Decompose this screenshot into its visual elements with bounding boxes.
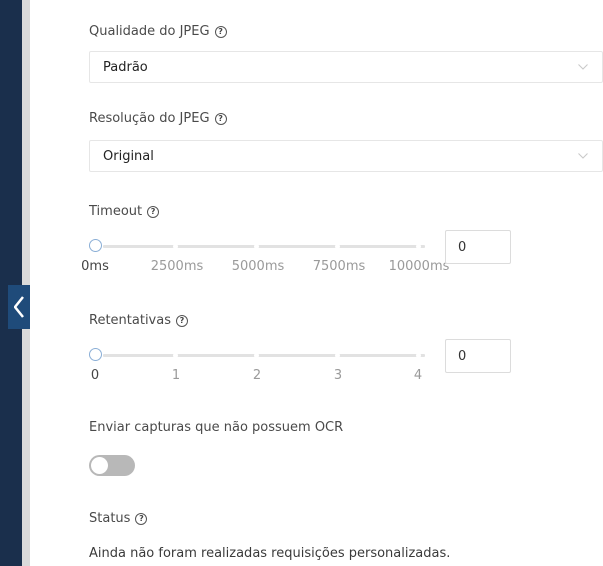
toggle-knob bbox=[91, 457, 108, 474]
status-label-text: Status bbox=[89, 511, 131, 526]
retries-tick: 3 bbox=[333, 368, 343, 383]
retries-slider-handle[interactable] bbox=[89, 348, 102, 361]
retries-slider[interactable] bbox=[89, 348, 425, 362]
help-circle-icon[interactable]: ? bbox=[214, 25, 227, 38]
timeout-tick: 5000ms bbox=[231, 259, 285, 274]
timeout-label: Timeout ? bbox=[89, 204, 160, 219]
retries-tick: 2 bbox=[252, 368, 262, 383]
slider-step-mark bbox=[173, 244, 178, 249]
help-circle-icon[interactable]: ? bbox=[176, 314, 188, 327]
jpeg-quality-label-text: Qualidade do JPEG bbox=[89, 24, 210, 39]
main-sidebar bbox=[0, 0, 22, 566]
timeout-tick: 7500ms bbox=[312, 259, 366, 274]
slider-step-mark bbox=[416, 244, 421, 249]
jpeg-quality-label: Qualidade do JPEG ? bbox=[89, 24, 227, 39]
slider-step-mark bbox=[254, 244, 259, 249]
status-message: Ainda não foram realizadas requisições p… bbox=[89, 546, 451, 561]
retries-label-text: Retentativas bbox=[89, 313, 171, 328]
slider-step-mark bbox=[335, 244, 340, 249]
jpeg-quality-selected-value: Padrão bbox=[103, 59, 148, 75]
timeout-slider[interactable] bbox=[89, 239, 425, 253]
slider-step-mark bbox=[173, 353, 178, 358]
collapse-panel-button[interactable] bbox=[8, 285, 30, 329]
help-circle-icon[interactable]: ? bbox=[135, 512, 148, 525]
chevron-down-icon bbox=[578, 153, 588, 159]
sidebar-divider bbox=[22, 0, 30, 566]
status-label: Status ? bbox=[89, 511, 148, 526]
jpeg-resolution-select[interactable]: Original bbox=[89, 140, 603, 172]
slider-step-mark bbox=[335, 353, 340, 358]
help-circle-icon[interactable]: ? bbox=[214, 112, 227, 125]
send-without-ocr-label: Enviar capturas que não possuem OCR bbox=[89, 420, 343, 435]
retries-tick: 1 bbox=[171, 368, 181, 383]
settings-panel: Qualidade do JPEG ? Padrão Resolução do … bbox=[30, 0, 603, 566]
retries-tick: 0 bbox=[90, 368, 100, 383]
send-without-ocr-toggle[interactable] bbox=[89, 455, 135, 476]
timeout-number-input[interactable] bbox=[445, 230, 511, 264]
timeout-label-text: Timeout bbox=[89, 204, 143, 219]
chevron-down-icon bbox=[578, 64, 588, 70]
retries-label: Retentativas ? bbox=[89, 313, 188, 328]
chevron-left-icon bbox=[14, 296, 24, 318]
slider-track bbox=[103, 245, 425, 248]
jpeg-resolution-label-text: Resolução do JPEG bbox=[89, 111, 210, 126]
help-circle-icon[interactable]: ? bbox=[147, 205, 160, 218]
slider-step-mark bbox=[416, 353, 421, 358]
slider-step-mark bbox=[254, 353, 259, 358]
retries-number-input[interactable] bbox=[445, 339, 511, 373]
send-without-ocr-label-text: Enviar capturas que não possuem OCR bbox=[89, 420, 344, 435]
timeout-slider-handle[interactable] bbox=[89, 239, 102, 252]
jpeg-resolution-label: Resolução do JPEG ? bbox=[89, 111, 227, 126]
timeout-tick: 0ms bbox=[81, 259, 109, 274]
jpeg-quality-select[interactable]: Padrão bbox=[89, 51, 603, 83]
slider-track bbox=[103, 354, 425, 357]
jpeg-resolution-selected-value: Original bbox=[103, 148, 154, 164]
retries-tick: 4 bbox=[413, 368, 423, 383]
settings-screen: Qualidade do JPEG ? Padrão Resolução do … bbox=[0, 0, 603, 566]
timeout-tick: 2500ms bbox=[150, 259, 204, 274]
timeout-tick: 10000ms bbox=[388, 259, 450, 274]
